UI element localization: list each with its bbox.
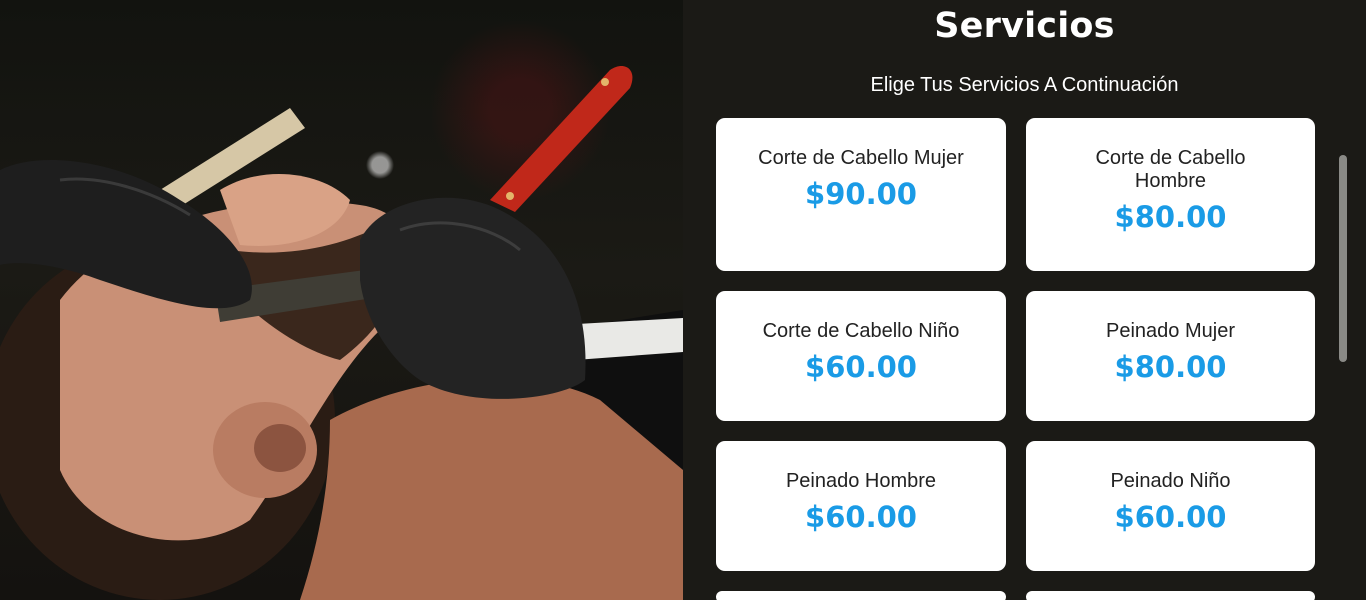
- service-name: Peinado Mujer: [1106, 320, 1235, 342]
- service-card[interactable]: Peinado Mujer $80.00: [1026, 291, 1315, 421]
- service-card[interactable]: Corte de Cabello Hombre $80.00: [1026, 118, 1315, 271]
- service-price: $90.00: [805, 177, 917, 211]
- services-subtitle: Elige Tus Servicios A Continuación: [870, 74, 1179, 96]
- barber-shave-illustration: [0, 66, 683, 600]
- service-name: Corte de Cabello Hombre: [1095, 147, 1246, 192]
- services-title: Servicios: [934, 6, 1115, 46]
- service-card[interactable]: Corte de Cabello Niño $60.00: [716, 291, 1006, 421]
- service-card[interactable]: Peinado Hombre $60.00: [716, 441, 1006, 571]
- page: Servicios Elige Tus Servicios A Continua…: [0, 0, 1366, 600]
- service-price: $60.00: [1114, 500, 1227, 534]
- service-card[interactable]: Peinado Niño $60.00: [1026, 441, 1315, 571]
- service-name: Corte de Cabello Mujer: [758, 147, 964, 169]
- services-section: Servicios Elige Tus Servicios A Continua…: [683, 0, 1366, 600]
- service-price: $80.00: [1114, 350, 1227, 384]
- service-price: $60.00: [805, 500, 917, 534]
- service-price: $60.00: [805, 350, 917, 384]
- scrollbar-thumb[interactable]: [1339, 155, 1347, 362]
- service-name: Corte de Cabello Niño: [762, 320, 960, 342]
- service-name: Peinado Hombre: [785, 470, 937, 492]
- hero-photo: [0, 0, 683, 600]
- service-card[interactable]: Corte de Cabello Mujer $90.00: [716, 118, 1006, 271]
- service-card[interactable]: [1026, 591, 1315, 600]
- service-card[interactable]: [716, 591, 1006, 600]
- service-price: $80.00: [1114, 200, 1227, 234]
- service-name: Peinado Niño: [1110, 470, 1231, 492]
